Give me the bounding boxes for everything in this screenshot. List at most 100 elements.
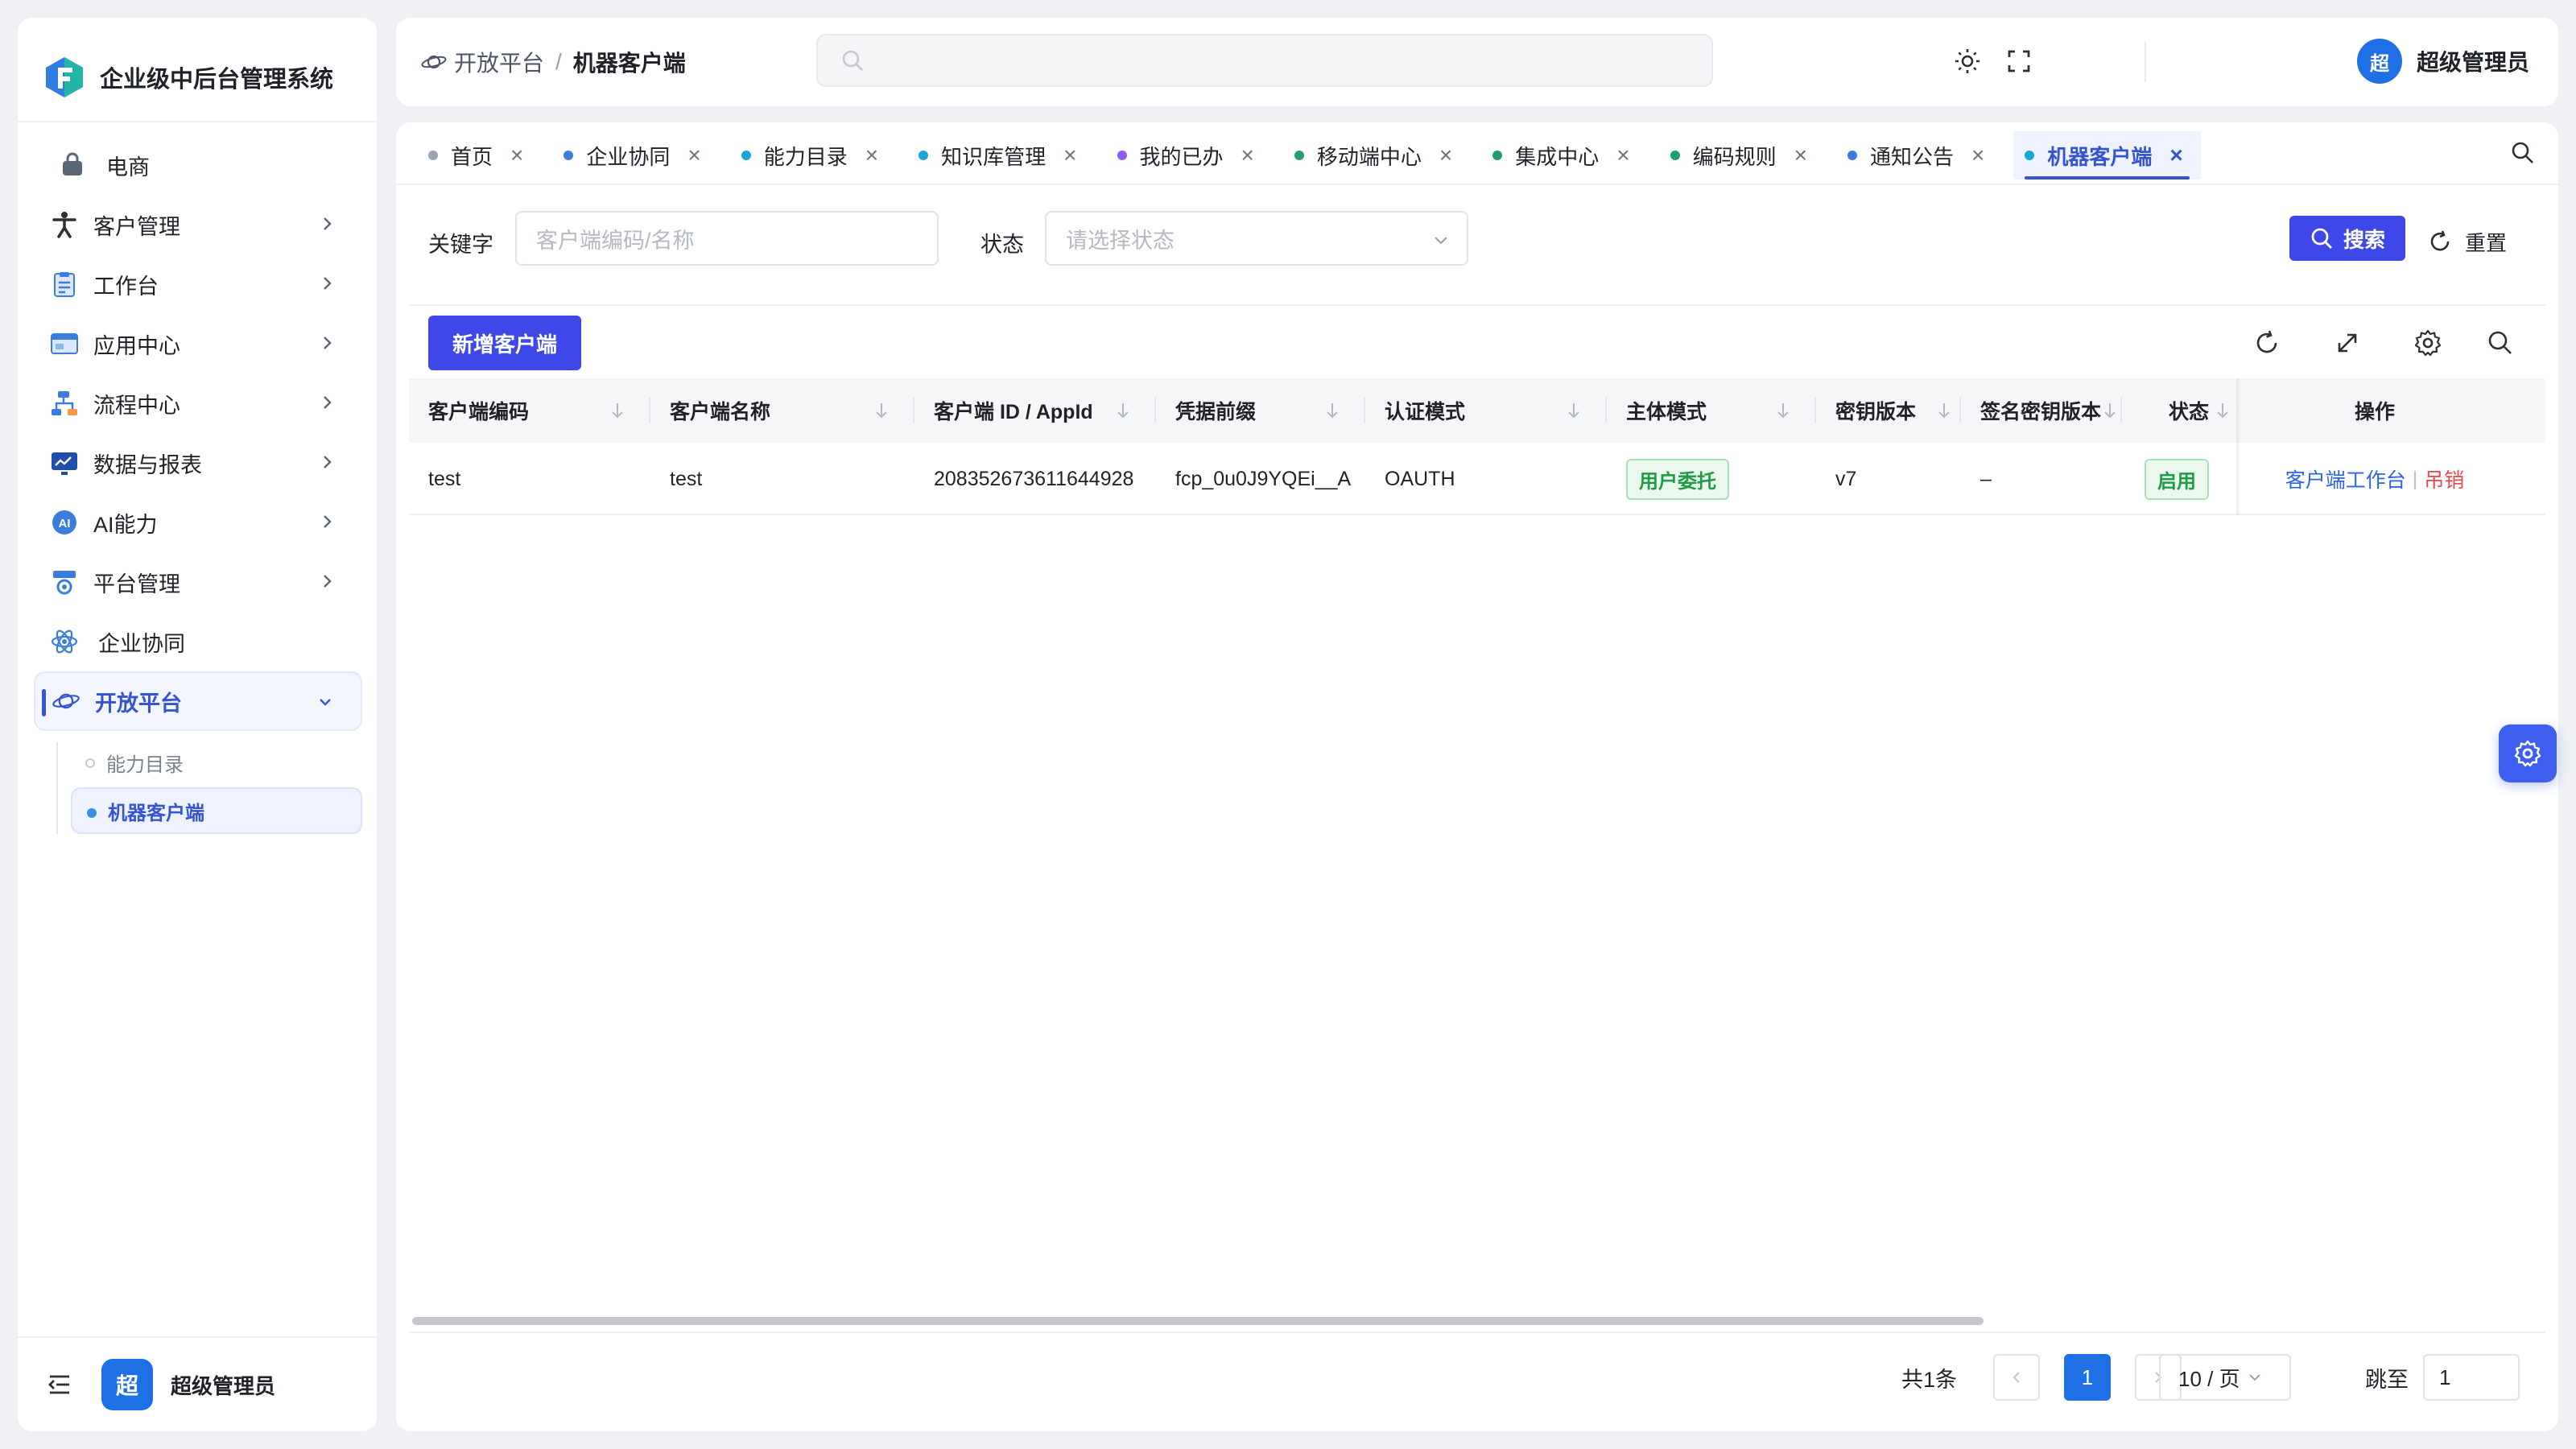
theme-sun-icon[interactable] <box>1953 47 1982 76</box>
sidebar-item-app-center[interactable]: 应用中心 <box>34 314 362 374</box>
column-label: 签名密钥版本 <box>1980 401 2102 423</box>
tab-dot-icon <box>1492 151 1503 160</box>
sidebar-item-open-platform[interactable]: 开放平台 <box>34 671 362 731</box>
cell-actions: 客户端工作台 | 吊销 <box>2236 443 2513 515</box>
sidebar-item-ecommerce[interactable]: 电商 <box>34 135 362 195</box>
tab-search-icon[interactable] <box>2510 140 2536 166</box>
tab-9[interactable]: 机器客户端 × <box>2013 131 2201 180</box>
column-header-code[interactable]: 客户端编码 <box>409 378 650 443</box>
page-size-select[interactable]: 10 / 页 <box>2159 1354 2291 1401</box>
search-icon <box>842 50 863 71</box>
avatar[interactable]: 超 <box>101 1359 153 1410</box>
fullscreen-icon[interactable] <box>2004 47 2033 76</box>
tab-close-icon[interactable]: × <box>865 144 878 167</box>
refresh-icon[interactable] <box>2251 327 2283 359</box>
tab-label: 能力目录 <box>763 144 848 169</box>
tab-close-icon[interactable]: × <box>1616 144 1629 167</box>
status-select[interactable]: 请选择状态 <box>1045 211 1468 266</box>
sidebar: 企业级中后台管理系统 电商 客户管理 工作台 应用中心 流程中心 数据与报表 A… <box>18 18 377 1431</box>
column-header-prefix[interactable]: 凭据前缀 <box>1156 378 1365 443</box>
tab-5[interactable]: 移动端中心 × <box>1283 131 1470 180</box>
tab-close-icon[interactable]: × <box>1241 144 1254 167</box>
sidebar-item-label: 电商 <box>106 155 150 180</box>
collapse-menu-icon[interactable] <box>45 1370 74 1399</box>
prev-page-button[interactable] <box>1993 1354 2040 1401</box>
column-header-subject-mode[interactable]: 主体模式 <box>1607 378 1816 443</box>
gear-icon[interactable] <box>2412 327 2444 359</box>
submenu-open-platform: 能力目录 机器客户端 <box>56 739 362 834</box>
sidebar-item-collaboration[interactable]: 企业协同 <box>34 612 362 671</box>
column-header-appid[interactable]: 客户端 ID / AppId <box>914 378 1156 443</box>
chart-screen-icon <box>50 448 79 477</box>
column-header-name[interactable]: 客户端名称 <box>650 378 914 443</box>
tab-1[interactable]: 企业协同 × <box>552 131 718 180</box>
cell-status: 启用 <box>2122 443 2236 515</box>
dot-icon <box>87 808 97 818</box>
table-row: test test 208352673611644928 fcp_0u0J9YQ… <box>409 443 2545 515</box>
brand[interactable]: 企业级中后台管理系统 <box>42 39 333 116</box>
global-search-input[interactable] <box>816 34 1713 87</box>
search-icon[interactable] <box>2484 327 2516 359</box>
chevron-right-icon <box>324 396 332 409</box>
column-label: 操作 <box>2354 401 2395 423</box>
tab-close-icon[interactable]: × <box>510 144 523 167</box>
chevron-left-icon <box>2013 1372 2020 1383</box>
tab-close-icon[interactable]: × <box>2169 144 2182 167</box>
column-label: 认证模式 <box>1385 401 1466 423</box>
sidebar-subitem-label: 机器客户端 <box>108 802 204 824</box>
sidebar-subitem-machine-client[interactable]: 机器客户端 <box>71 787 362 834</box>
column-header-key-version[interactable]: 密钥版本 <box>1816 378 1961 443</box>
sort-arrow-icon <box>2104 403 2116 419</box>
jump-page-input[interactable]: 1 <box>2423 1354 2520 1401</box>
breadcrumb: 开放平台 / 机器客户端 <box>420 18 686 106</box>
sidebar-item-label: 客户管理 <box>93 214 180 239</box>
sidebar-item-workbench[interactable]: 工作台 <box>34 254 362 314</box>
sidebar-menu: 电商 客户管理 工作台 应用中心 流程中心 数据与报表 AI AI能力 平台管理… <box>34 135 362 836</box>
expand-icon[interactable] <box>2331 327 2363 359</box>
horizontal-scrollbar[interactable] <box>412 1317 1984 1325</box>
client-workbench-link[interactable]: 客户端工作台 <box>2285 464 2406 493</box>
column-header-sign-key-version[interactable]: 签名密钥版本 <box>1961 378 2122 443</box>
keyword-placeholder: 客户端编码/名称 <box>536 228 695 253</box>
sidebar-item-platform[interactable]: 平台管理 <box>34 552 362 612</box>
atom-icon <box>50 627 79 656</box>
sidebar-item-ai[interactable]: AI AI能力 <box>34 493 362 552</box>
breadcrumb-parent[interactable]: 开放平台 <box>454 46 544 78</box>
tab-4[interactable]: 我的已办 × <box>1106 131 1272 180</box>
tab-8[interactable]: 通知公告 × <box>1836 131 2002 180</box>
tab-6[interactable]: 集成中心 × <box>1481 131 1647 180</box>
sidebar-subitem-label: 能力目录 <box>106 753 184 776</box>
add-client-button[interactable]: 新增客户端 <box>428 316 581 370</box>
tab-label: 首页 <box>451 144 493 169</box>
search-button[interactable]: 搜索 <box>2289 216 2405 261</box>
keyword-input[interactable]: 客户端编码/名称 <box>515 211 939 266</box>
tab-close-icon[interactable]: × <box>1439 144 1452 167</box>
sidebar-item-data-reports[interactable]: 数据与报表 <box>34 433 362 493</box>
sidebar-item-flow-center[interactable]: 流程中心 <box>34 374 362 433</box>
revoke-link[interactable]: 吊销 <box>2424 464 2464 493</box>
column-header-auth-mode[interactable]: 认证模式 <box>1365 378 1607 443</box>
sidebar-subitem-capability-catalog[interactable]: 能力目录 <box>71 739 362 786</box>
column-label: 状态 <box>2169 401 2210 423</box>
tab-3[interactable]: 知识库管理 × <box>907 131 1094 180</box>
tab-close-icon[interactable]: × <box>1063 144 1076 167</box>
user-name: 超级管理员 <box>2416 50 2529 75</box>
tab-7[interactable]: 编码规则 × <box>1659 131 1825 180</box>
tab-close-icon[interactable]: × <box>1794 144 1807 167</box>
header-user[interactable]: 超 超级管理员 <box>2356 39 2529 84</box>
tab-close-icon[interactable]: × <box>687 144 700 167</box>
app-window-icon <box>50 329 79 358</box>
tab-2[interactable]: 能力目录 × <box>730 131 896 180</box>
sidebar-item-label: AI能力 <box>93 512 158 537</box>
chevron-right-icon <box>324 277 332 290</box>
sidebar-item-label: 工作台 <box>93 274 159 299</box>
chevron-down-icon <box>1435 237 1447 245</box>
column-header-status[interactable]: 状态 <box>2122 378 2236 443</box>
tab-close-icon[interactable]: × <box>1971 144 1984 167</box>
avatar: 超 <box>2356 39 2402 84</box>
tab-0[interactable]: 首页 × <box>417 131 541 180</box>
floating-settings-button[interactable] <box>2499 724 2557 782</box>
page-1-button[interactable]: 1 <box>2064 1354 2111 1401</box>
reset-button[interactable]: 重置 <box>2428 219 2507 264</box>
sidebar-item-customers[interactable]: 客户管理 <box>34 195 362 254</box>
